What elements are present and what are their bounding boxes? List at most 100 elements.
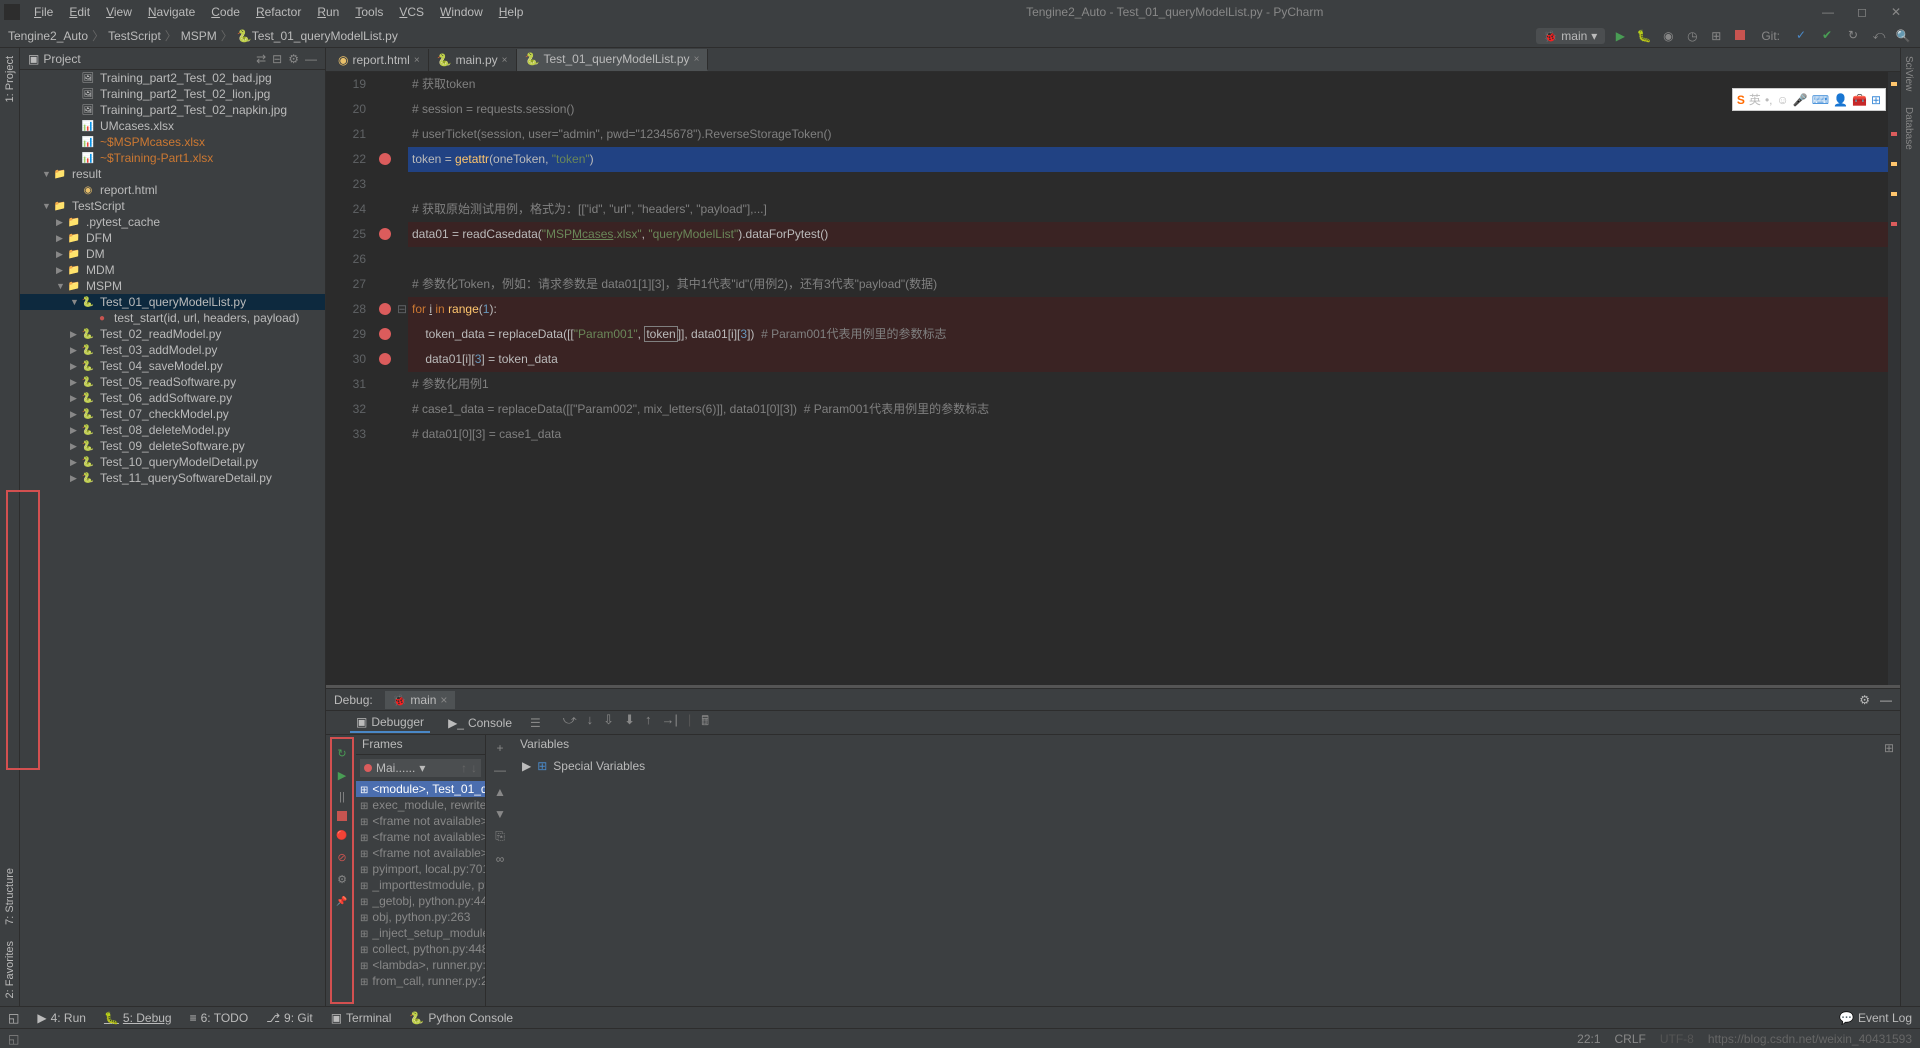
code-line[interactable]: # 参数化用例1 bbox=[408, 372, 1888, 397]
line-separator[interactable]: CRLF bbox=[1615, 1032, 1646, 1046]
expand-icon[interactable]: ▶ bbox=[522, 759, 531, 773]
tool1-icon[interactable]: 🧰 bbox=[1852, 93, 1867, 107]
pin-tab-icon[interactable] bbox=[334, 893, 350, 909]
tree-item[interactable]: Training_part2_Test_02_napkin.jpg bbox=[20, 102, 325, 118]
link-icon[interactable]: ∞ bbox=[496, 852, 505, 866]
step-out-icon[interactable]: ↑ bbox=[645, 712, 652, 734]
tree-item[interactable]: ▶Test_06_addSoftware.py bbox=[20, 390, 325, 406]
pause-icon[interactable] bbox=[334, 789, 350, 805]
tree-item[interactable]: ▶Test_11_querySoftwareDetail.py bbox=[20, 470, 325, 486]
breakpoint-icon[interactable] bbox=[379, 353, 391, 365]
favorites-tool-tab[interactable]: 2: Favorites bbox=[2, 933, 18, 1006]
git-commit-icon[interactable]: ✔ bbox=[1818, 28, 1836, 43]
menu-refactor[interactable]: Refactor bbox=[248, 5, 309, 19]
breadcrumb[interactable]: Test_01_queryModelList.py bbox=[252, 29, 398, 43]
evaluate-icon[interactable]: 🖩 bbox=[701, 712, 709, 734]
copy-icon[interactable]: ⎘ bbox=[495, 829, 505, 844]
run-button[interactable] bbox=[1611, 29, 1629, 43]
structure-tool-tab[interactable]: 7: Structure bbox=[2, 860, 18, 933]
menu-view[interactable]: View bbox=[98, 5, 140, 19]
tree-item[interactable]: ▶Test_09_deleteSoftware.py bbox=[20, 438, 325, 454]
tree-item[interactable]: ~$Training-Part1.xlsx bbox=[20, 150, 325, 166]
debugger-tab[interactable]: ▣ Debugger bbox=[350, 713, 430, 733]
tree-item[interactable]: ▶Test_07_checkModel.py bbox=[20, 406, 325, 422]
git-rollback-icon[interactable]: ⤺ bbox=[1870, 28, 1888, 43]
close-tab-icon[interactable]: × bbox=[502, 55, 508, 66]
menu-edit[interactable]: Edit bbox=[61, 5, 98, 19]
step-into-my-icon[interactable]: ⇩ bbox=[603, 712, 614, 734]
code-line[interactable]: token_data = replaceData([["Param001", t… bbox=[408, 322, 1888, 347]
tree-item[interactable]: test_start(id, url, headers, payload) bbox=[20, 310, 325, 326]
tree-item[interactable]: ▶DM bbox=[20, 246, 325, 262]
close-tab-icon[interactable]: × bbox=[694, 54, 700, 65]
up-icon[interactable]: ▲ bbox=[494, 785, 506, 799]
bottom-tab[interactable]: ≡6: TODO bbox=[190, 1011, 249, 1025]
stop-button[interactable] bbox=[1731, 29, 1749, 43]
keyboard-icon[interactable]: ⌨ bbox=[1812, 93, 1829, 107]
breakpoint-icon[interactable] bbox=[379, 328, 391, 340]
minimize-button[interactable]: — bbox=[1818, 5, 1838, 19]
tree-item[interactable]: ▶DFM bbox=[20, 230, 325, 246]
code-line[interactable]: # 获取token bbox=[408, 72, 1888, 97]
sciview-tab[interactable]: SciView bbox=[1901, 48, 1916, 99]
code-line[interactable]: # data01[0][3] = case1_data bbox=[408, 422, 1888, 447]
menu-window[interactable]: Window bbox=[432, 5, 491, 19]
ime-toolbar[interactable]: S 英 •, ☺ 🎤 ⌨ 👤 🧰 ⊞ bbox=[1732, 88, 1886, 111]
menu-code[interactable]: Code bbox=[203, 5, 248, 19]
show-windows-icon[interactable]: ◱ bbox=[8, 1011, 19, 1025]
debug-settings-icon[interactable]: ⚙ bbox=[1859, 693, 1870, 707]
tree-item[interactable]: ~$MSPMcases.xlsx bbox=[20, 134, 325, 150]
mic-icon[interactable]: 🎤 bbox=[1793, 93, 1808, 107]
tree-item[interactable]: ▶.pytest_cache bbox=[20, 214, 325, 230]
tree-item[interactable]: ▶Test_04_saveModel.py bbox=[20, 358, 325, 374]
coverage-button[interactable] bbox=[1659, 29, 1677, 43]
tree-item[interactable]: Training_part2_Test_02_lion.jpg bbox=[20, 86, 325, 102]
code-line[interactable] bbox=[408, 247, 1888, 272]
settings-icon[interactable]: ⚙ bbox=[288, 52, 299, 66]
search-everywhere-icon[interactable]: 🔍 bbox=[1894, 29, 1912, 43]
more-icon[interactable]: 👤 bbox=[1833, 93, 1848, 107]
stop-icon[interactable] bbox=[337, 811, 347, 821]
status-icon[interactable]: ◱ bbox=[8, 1032, 19, 1046]
code-line[interactable]: data01[i][3] = token_data bbox=[408, 347, 1888, 372]
tree-item[interactable]: report.html bbox=[20, 182, 325, 198]
close-tab-icon[interactable]: × bbox=[414, 55, 420, 66]
variable-item[interactable]: ▶ ⊞ Special Variables bbox=[522, 759, 1870, 773]
code-line[interactable]: # 参数化Token，例如：请求参数是 data01[1][3]，其中1代表"i… bbox=[408, 272, 1888, 297]
stack-frame[interactable]: <lambda>, runner.py:3... bbox=[356, 957, 485, 973]
breakpoint-icon[interactable] bbox=[379, 228, 391, 240]
project-tool-tab[interactable]: 1: Project bbox=[2, 48, 18, 110]
editor-tab[interactable]: main.py× bbox=[429, 49, 517, 71]
editor-tab[interactable]: report.html× bbox=[330, 49, 429, 71]
code-line[interactable]: for i in range(1): bbox=[408, 297, 1888, 322]
git-update-icon[interactable]: ✓ bbox=[1792, 28, 1810, 43]
stack-frame[interactable]: <module>, Test_01_q... bbox=[356, 781, 485, 797]
menu-file[interactable]: File bbox=[26, 5, 61, 19]
emoji-icon[interactable]: ☺ bbox=[1776, 93, 1788, 107]
next-frame-icon[interactable]: ↓ bbox=[471, 761, 477, 775]
console-tab[interactable]: ▶_ Console bbox=[442, 714, 518, 732]
close-button[interactable]: ✕ bbox=[1886, 5, 1906, 19]
stack-frame[interactable]: collect, python.py:448 bbox=[356, 941, 485, 957]
tree-item[interactable]: ▶MDM bbox=[20, 262, 325, 278]
git-history-icon[interactable]: ↻ bbox=[1844, 28, 1862, 43]
menu-navigate[interactable]: Navigate bbox=[140, 5, 203, 19]
bottom-tab[interactable]: 🐍Python Console bbox=[409, 1011, 513, 1025]
editor-tab[interactable]: Test_01_queryModelList.py× bbox=[517, 49, 709, 71]
stack-frame[interactable]: _inject_setup_module_f... bbox=[356, 925, 485, 941]
collapse-all-icon[interactable]: ⊟ bbox=[272, 52, 282, 66]
profile-button[interactable]: ◷ bbox=[1683, 29, 1701, 43]
breadcrumb[interactable]: Tengine2_Auto bbox=[8, 29, 88, 43]
ime-lang[interactable]: 英 bbox=[1749, 91, 1761, 108]
prev-frame-icon[interactable]: ↑ bbox=[461, 761, 467, 775]
bottom-tab[interactable]: 🐛5: Debug bbox=[104, 1011, 172, 1025]
tree-item[interactable]: ▶Test_02_readModel.py bbox=[20, 326, 325, 342]
breakpoint-icon[interactable] bbox=[379, 303, 391, 315]
stack-frame[interactable]: <frame not available> bbox=[356, 829, 485, 845]
close-icon[interactable]: × bbox=[440, 693, 447, 707]
run-to-cursor-icon[interactable]: →| bbox=[661, 712, 677, 734]
stack-frame[interactable]: _importtestmodule, py... bbox=[356, 877, 485, 893]
step-over-icon[interactable]: ⤻ bbox=[563, 712, 577, 734]
tree-item[interactable]: ▼TestScript bbox=[20, 198, 325, 214]
tree-item[interactable]: ▶Test_05_readSoftware.py bbox=[20, 374, 325, 390]
